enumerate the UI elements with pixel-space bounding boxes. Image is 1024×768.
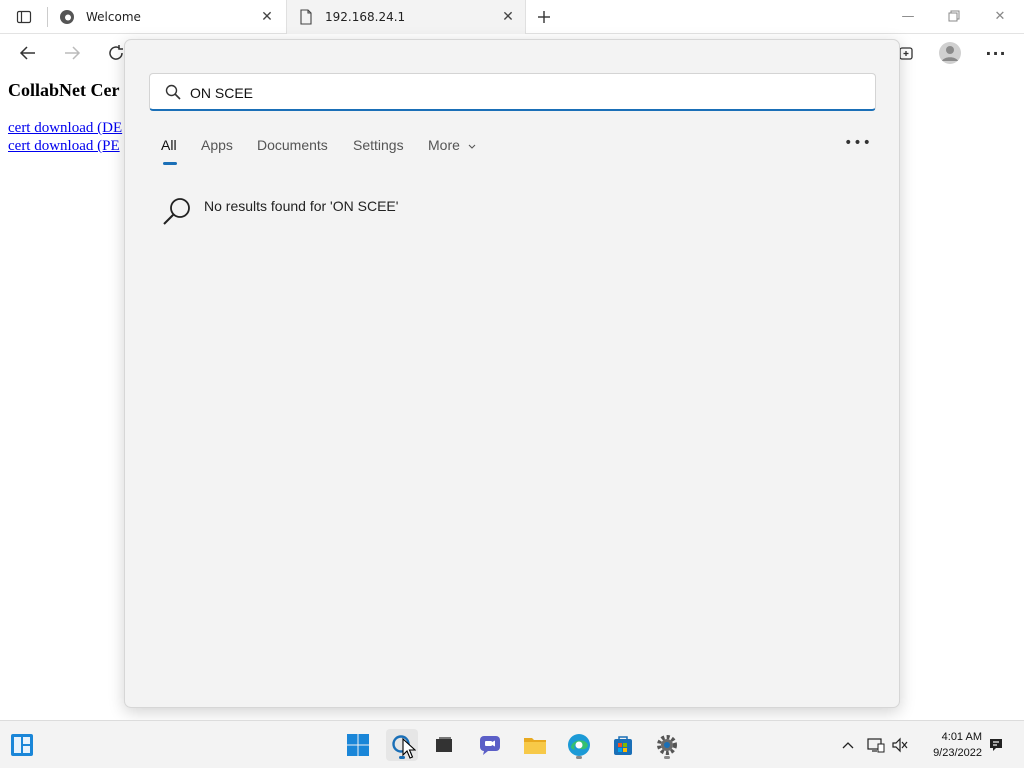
taskbar: 4:01 AM 9/23/2022	[0, 720, 1024, 768]
settings-more-icon[interactable]: ···	[982, 39, 1010, 67]
edge-browser-icon[interactable]	[563, 729, 595, 761]
filter-tab-more[interactable]: More	[428, 137, 476, 153]
filter-tab-settings[interactable]: Settings	[353, 137, 404, 153]
volume-muted-icon[interactable]	[890, 735, 910, 755]
search-box[interactable]	[149, 73, 876, 111]
clock-time: 4:01 AM	[941, 731, 982, 743]
chevron-down-icon	[468, 137, 476, 153]
search-icon	[164, 83, 182, 101]
back-icon[interactable]	[14, 39, 42, 67]
widgets-icon[interactable]	[6, 729, 38, 761]
clock-date: 9/23/2022	[933, 747, 982, 759]
settings-gear-icon[interactable]	[651, 729, 683, 761]
start-icon[interactable]	[342, 729, 374, 761]
filter-tab-apps[interactable]: Apps	[201, 137, 233, 153]
page-title: CollabNet Cer	[8, 80, 120, 100]
page-icon	[297, 8, 315, 26]
close-tab-icon[interactable]: ✕	[499, 8, 517, 26]
edge-icon	[58, 8, 76, 26]
close-tab-icon[interactable]: ✕	[258, 8, 276, 26]
close-window-icon[interactable]: ✕	[980, 4, 1020, 28]
tab-actions-icon[interactable]	[12, 6, 36, 28]
running-app-indicator	[664, 756, 670, 759]
filter-tab-all[interactable]: All	[161, 137, 177, 153]
cert-download-pem-link[interactable]: cert download (PE	[8, 138, 120, 155]
store-icon[interactable]	[607, 729, 639, 761]
filter-tab-documents[interactable]: Documents	[257, 137, 328, 153]
notification-icon[interactable]	[986, 735, 1006, 755]
file-explorer-icon[interactable]	[519, 729, 551, 761]
task-view-icon[interactable]	[428, 729, 460, 761]
chat-icon[interactable]	[474, 729, 506, 761]
no-results-search-icon	[161, 196, 193, 228]
network-icon[interactable]	[866, 735, 886, 755]
more-options-icon[interactable]: •••	[844, 135, 871, 151]
active-tab-indicator	[163, 162, 177, 165]
search-input[interactable]	[190, 82, 850, 104]
tab-title: Welcome	[86, 10, 141, 24]
running-app-indicator	[576, 756, 582, 759]
minimize-icon[interactable]: —	[888, 4, 928, 28]
tab-title: 192.168.24.1	[325, 10, 406, 24]
profile-avatar-icon[interactable]	[936, 39, 964, 67]
forward-icon[interactable]	[58, 39, 86, 67]
plus-icon[interactable]	[532, 6, 556, 28]
tab-active-page[interactable]: 192.168.24.1 ✕	[286, 0, 526, 34]
windows-search-panel: All Apps Documents Settings More ••• No …	[124, 39, 900, 708]
mouse-cursor-icon	[402, 737, 417, 760]
filter-more-label: More	[428, 137, 460, 153]
browser-tab-bar: Welcome ✕ 192.168.24.1 ✕ — ✕	[0, 0, 1024, 34]
chevron-up-icon[interactable]	[838, 735, 858, 755]
restore-icon[interactable]	[934, 4, 974, 28]
tab-welcome[interactable]: Welcome ✕	[48, 0, 284, 34]
system-clock[interactable]: 4:01 AM 9/23/2022	[933, 729, 982, 761]
cert-download-der-link[interactable]: cert download (DE	[8, 120, 122, 137]
no-results-message: No results found for 'ON SCEE'	[204, 198, 399, 214]
